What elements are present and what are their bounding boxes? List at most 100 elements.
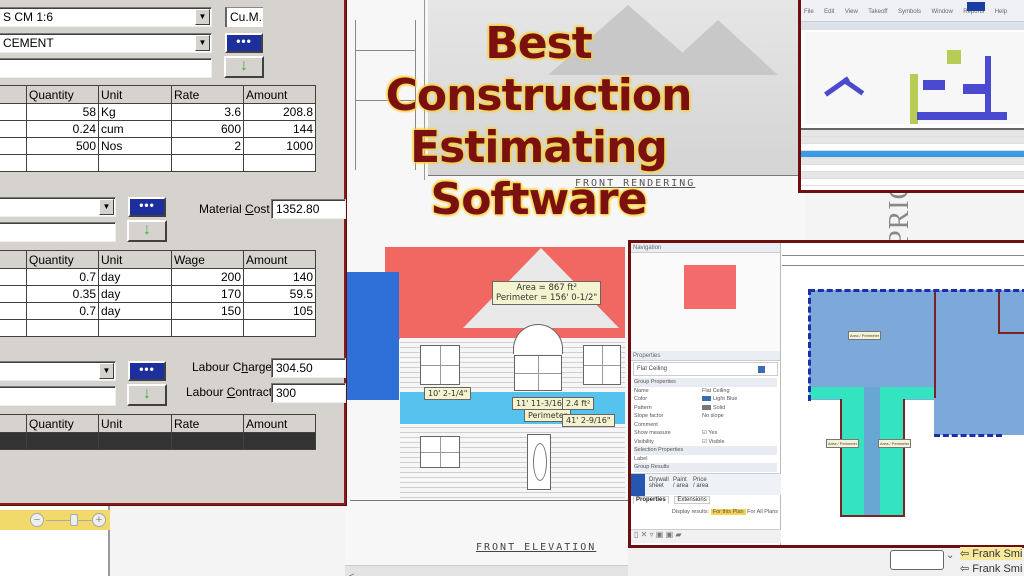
table-cell[interactable]	[0, 319, 27, 337]
table-cell[interactable]: Nos	[98, 137, 172, 155]
column-header[interactable]: Unit	[98, 250, 172, 269]
menu-item[interactable]: Help	[995, 9, 1007, 15]
for-this-plan-option[interactable]: For this Plan	[710, 509, 746, 515]
site-plan-drawing[interactable]	[805, 32, 1024, 124]
table-cell[interactable]: 59.5	[243, 285, 316, 303]
labour-charge-field[interactable]: 304.50	[271, 358, 346, 378]
walkway-takeoff-area[interactable]	[864, 387, 880, 515]
column-header[interactable]: Quantity	[26, 250, 99, 269]
dropdown-arrow-icon[interactable]: ▼	[195, 9, 210, 25]
table-cell[interactable]: 0.7	[26, 268, 99, 286]
table-cell[interactable]	[98, 154, 172, 172]
table-cell[interactable]	[171, 432, 244, 450]
table-row[interactable]	[801, 130, 1024, 137]
column-header[interactable]: Quantity	[26, 414, 99, 433]
column-header[interactable]: Quantity	[26, 85, 99, 104]
table-cell[interactable]: 150	[171, 302, 244, 320]
column-header[interactable]: Unit	[98, 85, 172, 104]
property-row[interactable]: Label	[634, 455, 777, 464]
table-row[interactable]	[0, 319, 316, 337]
table-row[interactable]	[801, 179, 1024, 186]
table-row[interactable]	[0, 154, 316, 172]
table-cell[interactable]	[0, 120, 27, 138]
dropdown-arrow-icon[interactable]: ▼	[99, 199, 114, 215]
table-cell[interactable]	[243, 319, 316, 337]
menu-item[interactable]: View	[845, 9, 858, 15]
menu-item[interactable]: Window	[931, 9, 952, 15]
table-cell[interactable]: 500	[26, 137, 99, 155]
column-header[interactable]: Unit	[98, 414, 172, 433]
room-takeoff-area[interactable]	[809, 290, 934, 400]
property-row[interactable]: Name Flat Ceiling	[634, 387, 777, 396]
table-cell[interactable]: 200	[171, 268, 244, 286]
navigation-thumbnail[interactable]	[631, 253, 780, 351]
table-cell[interactable]: 2	[171, 137, 244, 155]
floor-plan-drawing[interactable]: Area / Perimeter Area / Perimeter Area /…	[782, 243, 1024, 545]
table-cell[interactable]	[171, 154, 244, 172]
table-cell[interactable]	[26, 154, 99, 172]
table-cell[interactable]: 208.8	[243, 103, 316, 121]
zoom-slider-thumb[interactable]	[70, 514, 78, 526]
property-row[interactable]: Show measure ☑ Yes	[634, 429, 777, 438]
table-cell[interactable]: 0.24	[26, 120, 99, 138]
table-cell[interactable]	[0, 103, 27, 121]
dropdown-arrow-icon[interactable]: ▼	[195, 35, 210, 51]
column-header[interactable]	[0, 85, 27, 104]
table-row[interactable]	[0, 432, 316, 450]
table-cell[interactable]	[0, 285, 27, 303]
table-cell[interactable]	[243, 432, 316, 450]
chevron-down-icon[interactable]: ⌄	[946, 550, 954, 561]
list-item[interactable]: ⇦ Frank Smi	[960, 562, 1022, 575]
table-row[interactable]	[801, 172, 1024, 179]
table-cell[interactable]	[0, 302, 27, 320]
table-cell[interactable]: day	[98, 285, 172, 303]
for-all-plans-option[interactable]: For All Plans	[747, 509, 778, 515]
table-row[interactable]	[801, 158, 1024, 165]
add-labour-button[interactable]: ↓	[127, 220, 167, 242]
table-cell[interactable]: 0.35	[26, 285, 99, 303]
table-cell[interactable]: Kg	[98, 103, 172, 121]
table-cell[interactable]: 3.6	[171, 103, 244, 121]
property-row[interactable]: Color Light Blue	[634, 395, 777, 404]
table-cell[interactable]	[171, 319, 244, 337]
column-header[interactable]: Amount	[243, 250, 316, 269]
horizontal-scrollbar[interactable]: <	[345, 565, 635, 576]
column-header[interactable]: Rate	[171, 414, 244, 433]
side-wall-takeoff-area[interactable]	[347, 272, 399, 400]
property-row[interactable]: Pattern Solid	[634, 404, 777, 413]
document-tabs[interactable]	[801, 22, 1024, 30]
other-sub-field[interactable]	[0, 386, 116, 406]
tab-extensions[interactable]: Extensions	[674, 496, 710, 504]
material-sub-field[interactable]	[0, 58, 212, 78]
column-header[interactable]: Amount	[243, 85, 316, 104]
room-takeoff-area[interactable]	[934, 290, 1024, 435]
scroll-left-icon[interactable]: <	[345, 571, 354, 576]
menu-item[interactable]: Takeoff	[868, 9, 887, 15]
table-cell[interactable]: day	[98, 302, 172, 320]
table-cell[interactable]	[0, 154, 27, 172]
table-row[interactable]	[801, 144, 1024, 151]
property-row[interactable]: Visibility ☑ Visible	[634, 438, 777, 447]
table-cell[interactable]: 144	[243, 120, 316, 138]
table-row[interactable]: 58 Kg 3.6 208.8	[0, 103, 316, 121]
other-combo[interactable]: ▼	[0, 361, 116, 381]
table-cell[interactable]: 140	[243, 268, 316, 286]
table-row[interactable]: 0.7 day 200 140	[0, 268, 316, 286]
table-cell[interactable]	[98, 319, 172, 337]
list-item[interactable]: ⇦ Frank Smi	[960, 547, 1023, 560]
table-cell[interactable]: 105	[243, 302, 316, 320]
labour-sub-field[interactable]	[0, 222, 116, 242]
table-cell[interactable]: 0.7	[26, 302, 99, 320]
column-header[interactable]: Wage	[171, 250, 244, 269]
group-selector[interactable]: Flat Ceiling	[633, 362, 778, 376]
table-cell[interactable]	[26, 319, 99, 337]
menu-item[interactable]: Symbols	[898, 9, 921, 15]
table-cell[interactable]	[243, 154, 316, 172]
table-cell[interactable]	[26, 432, 99, 450]
table-cell[interactable]: 1000	[243, 137, 316, 155]
table-cell[interactable]	[98, 432, 172, 450]
material-combo[interactable]: CEMENT ▼	[0, 33, 212, 53]
column-header[interactable]: Amount	[243, 414, 316, 433]
property-row[interactable]: Slope factor No slope	[634, 412, 777, 421]
add-material-button[interactable]: ↓	[224, 56, 264, 78]
